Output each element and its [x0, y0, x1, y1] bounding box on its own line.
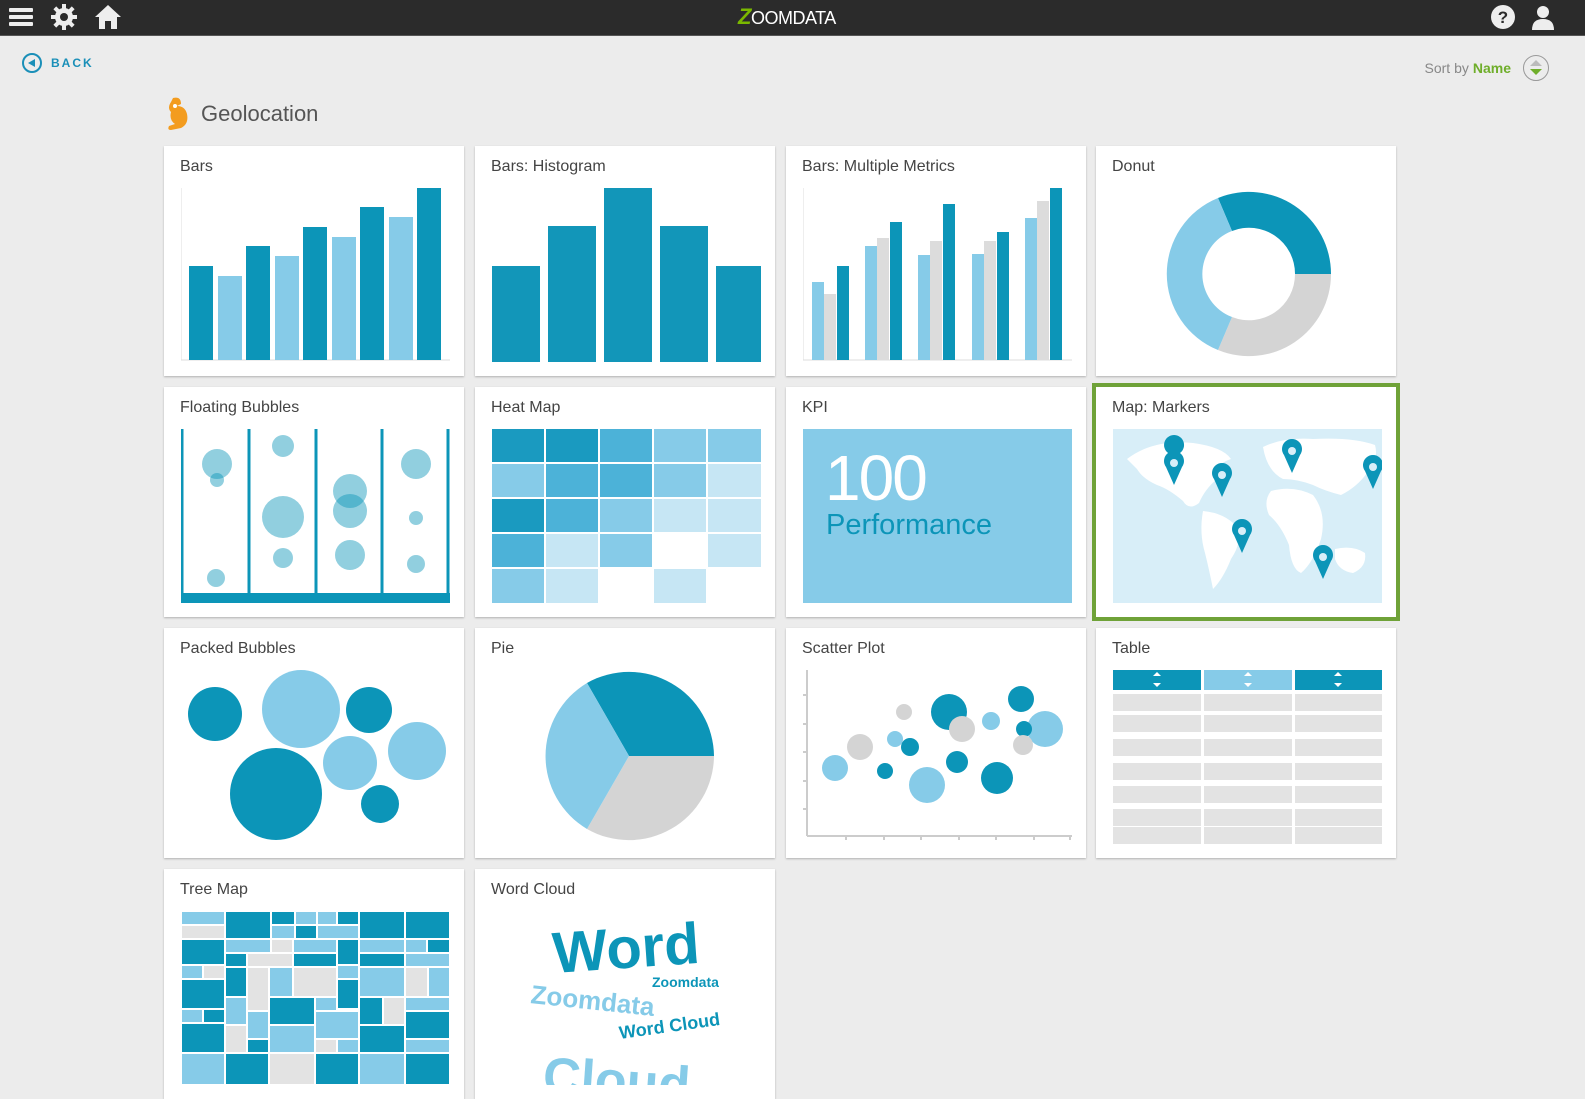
pie-thumbnail	[545, 671, 714, 841]
kpi-value: 100	[825, 442, 928, 514]
logo-mark: Z	[738, 4, 751, 29]
help-icon[interactable]: ?	[1488, 2, 1518, 32]
card-title: Table	[1112, 640, 1151, 657]
kpi-thumbnail: 100 Performance	[803, 429, 1072, 603]
multiple-metrics-thumbnail	[803, 188, 1072, 361]
chart-card-floating-bubbles[interactable]: Floating Bubbles	[164, 387, 464, 617]
home-icon[interactable]	[93, 2, 123, 32]
chart-card-map-markers[interactable]: Map: Markers	[1092, 383, 1400, 621]
word-cloud-word: Zoomdata	[652, 974, 719, 990]
scatter-plot-thumbnail	[803, 670, 1072, 840]
sort-prefix: Sort by	[1424, 60, 1469, 76]
top-bar: ZOOMDATA ?	[0, 0, 1585, 36]
sort-control: Sort by Name	[1424, 55, 1549, 81]
packed-bubbles-thumbnail	[188, 670, 446, 840]
card-title: Packed Bubbles	[180, 640, 296, 657]
floating-bubbles-thumbnail	[181, 429, 450, 603]
chart-card-word-cloud[interactable]: Word Cloud Word Zoomdata Zoomdata Word C…	[475, 869, 775, 1099]
card-title: Floating Bubbles	[180, 399, 300, 416]
user-icon[interactable]	[1528, 2, 1558, 32]
section-title: Geolocation	[201, 101, 319, 126]
chart-card-donut[interactable]: Donut	[1096, 146, 1396, 376]
card-title: Bars: Histogram	[491, 158, 606, 175]
card-title: Bars: Multiple Metrics	[802, 158, 955, 175]
heat-map-thumbnail	[492, 429, 761, 603]
chart-card-pie[interactable]: Pie	[475, 628, 775, 858]
chart-card-scatter-plot[interactable]: Scatter Plot	[786, 628, 1086, 858]
logo-text: OOMDATA	[750, 8, 836, 28]
histogram-thumbnail	[492, 188, 761, 362]
chart-card-kpi[interactable]: KPI 100 Performance	[786, 387, 1086, 617]
table-thumbnail	[1113, 670, 1382, 844]
card-title: Scatter Plot	[802, 640, 885, 657]
donut-thumbnail	[1166, 191, 1331, 357]
card-title: Map: Markers	[1112, 399, 1210, 416]
chart-card-heat-map[interactable]: Heat Map	[475, 387, 775, 617]
kpi-label: Performance	[826, 509, 993, 541]
chart-card-bars[interactable]: Bars	[164, 146, 464, 376]
chart-card-tree-map[interactable]: Tree Map	[164, 869, 464, 1099]
card-title: Tree Map	[180, 881, 248, 898]
svg-text:?: ?	[1498, 8, 1508, 27]
card-title: Word Cloud	[491, 881, 576, 898]
back-label: BACK	[51, 56, 94, 70]
card-title: Bars	[180, 158, 213, 175]
geolocation-source-icon	[168, 97, 188, 130]
chart-card-bars-multiple-metrics[interactable]: Bars: Multiple Metrics	[786, 146, 1086, 376]
zoomdata-logo: ZOOMDATA	[738, 4, 836, 32]
word-cloud-word: Cloud	[541, 1047, 692, 1085]
section-header: Geolocation	[165, 96, 318, 132]
gear-icon[interactable]	[49, 2, 79, 32]
card-title: KPI	[802, 399, 828, 416]
card-title: Donut	[1112, 158, 1155, 175]
card-title: Heat Map	[491, 399, 561, 416]
menu-icon[interactable]	[6, 2, 36, 32]
chart-card-packed-bubbles[interactable]: Packed Bubbles	[164, 628, 464, 858]
sort-order-icon[interactable]	[1523, 55, 1549, 81]
chart-card-table[interactable]: Table	[1096, 628, 1396, 858]
chart-card-bars-histogram[interactable]: Bars: Histogram	[475, 146, 775, 376]
back-button[interactable]: BACK	[22, 52, 94, 74]
map-markers-thumbnail	[1113, 429, 1382, 603]
bars-thumbnail	[181, 188, 450, 361]
card-title: Pie	[491, 640, 515, 657]
back-arrow-icon	[22, 53, 42, 73]
word-cloud-thumbnail: Word Zoomdata Zoomdata Word Cloud Cloud	[529, 911, 721, 1085]
word-cloud-word: Zoomdata	[529, 979, 656, 1022]
tree-map-thumbnail	[181, 911, 450, 1085]
sort-value[interactable]: Name	[1473, 60, 1511, 76]
